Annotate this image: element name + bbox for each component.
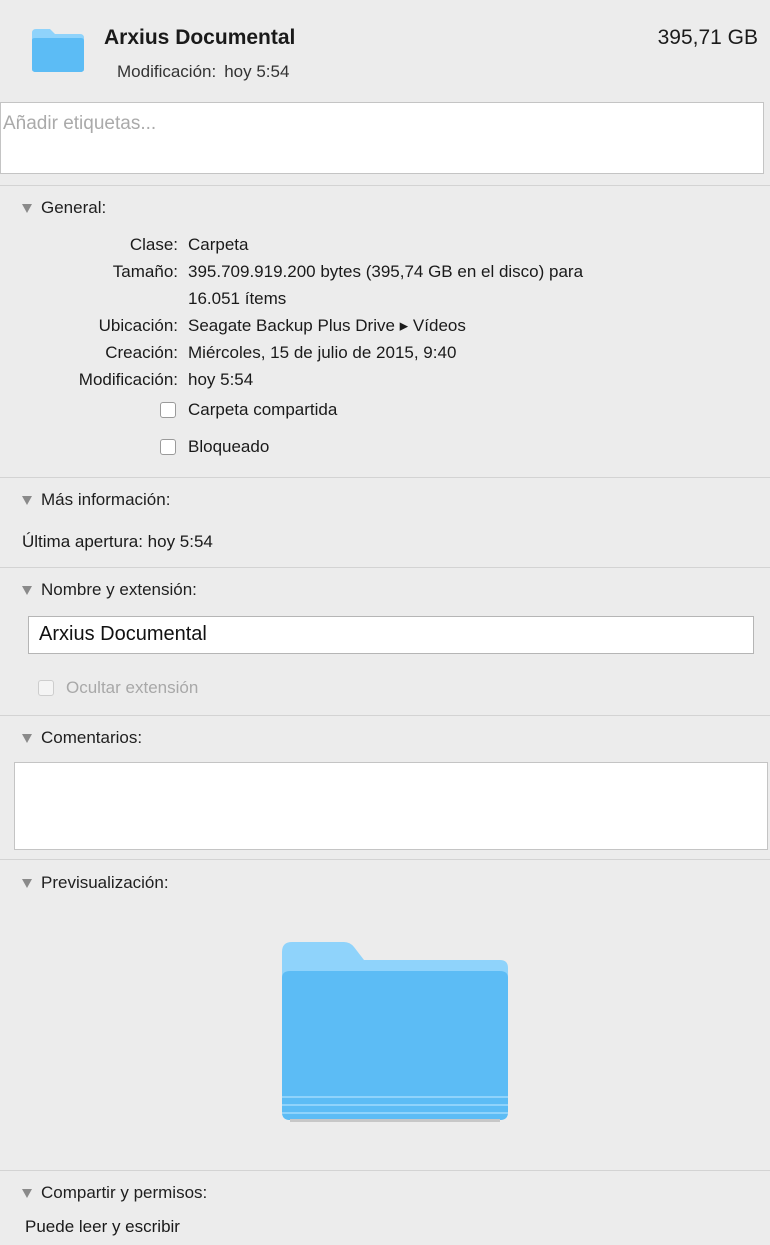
modified-label: Modificación:: [117, 62, 217, 81]
divider: [0, 1170, 770, 1171]
shared-folder-label: Carpeta compartida: [188, 400, 338, 419]
row-label: Tamaño:: [112, 262, 178, 281]
info-row-class: Clase: Carpeta: [0, 234, 770, 256]
section-comments-header[interactable]: Comentarios:: [22, 728, 142, 748]
name-field[interactable]: Arxius Documental: [28, 616, 754, 654]
tags-input[interactable]: Añadir etiquetas...: [0, 102, 764, 174]
locked-option[interactable]: Bloqueado: [160, 437, 269, 457]
last-opened: Última apertura: hoy 5:54: [22, 532, 213, 551]
folder-icon: [282, 942, 508, 1122]
modified-value: hoy 5:54: [224, 62, 290, 81]
row-value: Seagate Backup Plus Drive ▸ Vídeos: [188, 316, 466, 335]
section-sharing-header[interactable]: Compartir y permisos:: [22, 1183, 207, 1203]
folder-icon: [32, 29, 84, 72]
info-row-size: Tamaño: 395.709.919.200 bytes (395,74 GB…: [0, 261, 770, 311]
row-value: 395.709.919.200 bytes (395,74 GB en el d…: [188, 262, 584, 281]
row-label: Creación:: [105, 343, 178, 362]
info-row-location: Ubicación: Seagate Backup Plus Drive ▸ V…: [0, 315, 770, 337]
hide-extension-checkbox[interactable]: [38, 680, 54, 696]
permission-status: Puede leer y escribir: [25, 1217, 180, 1236]
row-value-continued: 16.051 ítems: [188, 289, 287, 308]
section-general-title: General:: [41, 198, 107, 217]
row-label: Clase:: [129, 235, 178, 254]
divider: [0, 715, 770, 716]
item-size: 395,71 GB: [657, 26, 758, 49]
section-preview-header[interactable]: Previsualización:: [22, 873, 169, 893]
row-label: Ubicación:: [98, 316, 178, 335]
row-value: Miércoles, 15 de julio de 2015, 9:40: [188, 343, 457, 362]
hide-extension-label: Ocultar extensión: [66, 678, 199, 697]
info-row-modified: Modificación: hoy 5:54: [0, 369, 770, 391]
divider: [0, 567, 770, 568]
locked-checkbox[interactable]: [160, 439, 176, 455]
section-general-header[interactable]: General:: [22, 198, 106, 218]
comments-field[interactable]: [14, 762, 768, 850]
disclosure-triangle-icon[interactable]: [22, 203, 32, 213]
item-name: Arxius Documental: [104, 26, 296, 49]
section-more-info-header[interactable]: Más información:: [22, 490, 170, 510]
modified-line: Modificación: hoy 5:54: [117, 62, 289, 82]
row-value: Carpeta: [188, 235, 249, 254]
divider: [0, 185, 770, 186]
section-more-info-title: Más información:: [41, 490, 171, 509]
shared-folder-checkbox[interactable]: [160, 402, 176, 418]
section-comments-title: Comentarios:: [41, 728, 143, 747]
section-name-ext-header[interactable]: Nombre y extensión:: [22, 580, 197, 600]
disclosure-triangle-icon[interactable]: [22, 733, 32, 743]
row-value: hoy 5:54: [188, 370, 254, 389]
section-name-ext-title: Nombre y extensión:: [41, 580, 197, 599]
disclosure-triangle-icon[interactable]: [22, 1188, 32, 1198]
info-header: Arxius Documental 395,71 GB Modificación…: [0, 0, 770, 100]
hide-extension-option[interactable]: Ocultar extensión: [38, 678, 198, 698]
section-preview-title: Previsualización:: [41, 873, 169, 892]
section-sharing-title: Compartir y permisos:: [41, 1183, 208, 1202]
shared-folder-option[interactable]: Carpeta compartida: [160, 400, 337, 420]
locked-label: Bloqueado: [188, 437, 270, 456]
disclosure-triangle-icon[interactable]: [22, 495, 32, 505]
divider: [0, 859, 770, 860]
disclosure-triangle-icon[interactable]: [22, 585, 32, 595]
disclosure-triangle-icon[interactable]: [22, 878, 32, 888]
row-label: Modificación:: [78, 370, 178, 389]
divider: [0, 477, 770, 478]
info-row-created: Creación: Miércoles, 15 de julio de 2015…: [0, 342, 770, 364]
